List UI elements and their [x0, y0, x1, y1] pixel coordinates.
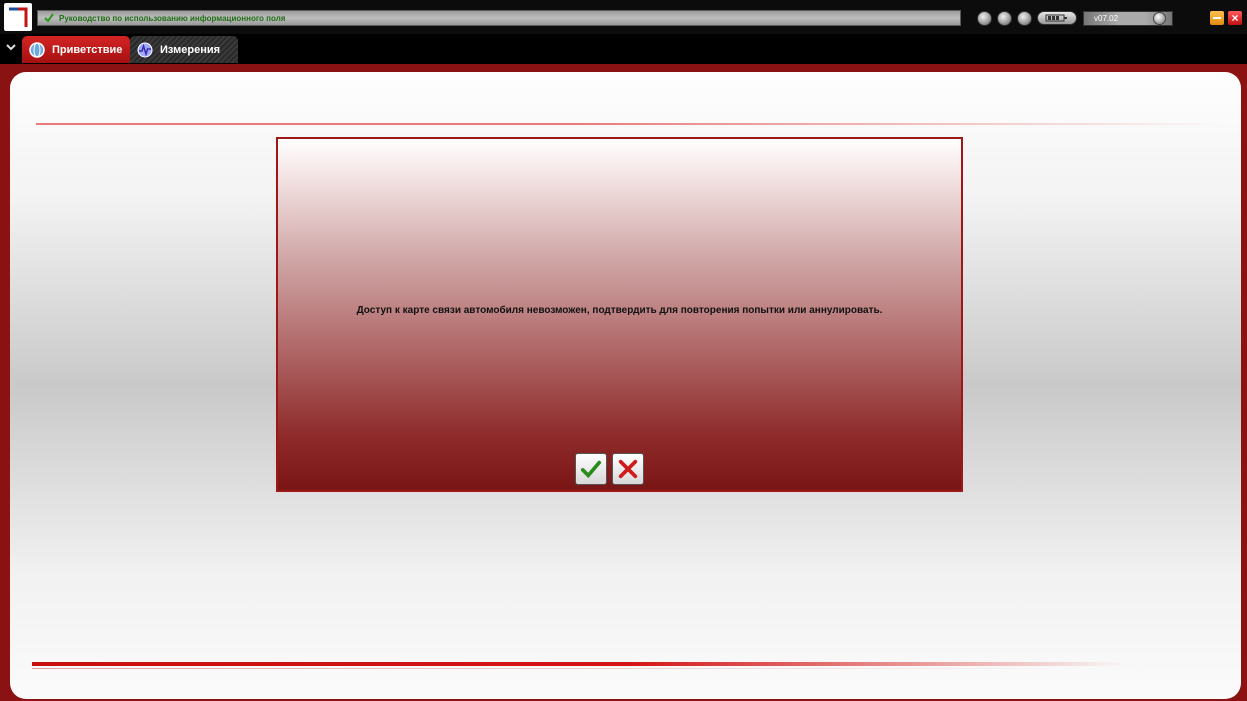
- tab-label: Измерения: [160, 43, 221, 56]
- check-icon: [580, 460, 602, 479]
- waveform-icon: [137, 42, 153, 57]
- divider-bottom: [32, 662, 1222, 666]
- check-icon: [44, 13, 54, 23]
- battery-icon: [1037, 11, 1077, 25]
- tab-welcome[interactable]: Приветствие: [22, 36, 130, 63]
- tab-label: Приветствие: [52, 43, 123, 56]
- divider-bottom-thin: [32, 668, 1082, 669]
- minimize-button[interactable]: [1210, 11, 1224, 25]
- divider-top: [36, 123, 1226, 125]
- title-bar: Руководство по использованию информацион…: [0, 0, 1247, 34]
- tab-bar: Приветствие Измерения: [0, 34, 1247, 64]
- confirm-button[interactable]: [575, 453, 607, 485]
- version-indicator: v07.02: [1083, 10, 1173, 26]
- close-icon: [618, 459, 638, 479]
- version-label: v07.02: [1094, 13, 1119, 23]
- top-toolbar: v07.02: [977, 9, 1173, 27]
- dialog-message: Доступ к карте связи автомобиля невозмож…: [356, 305, 883, 316]
- cancel-button[interactable]: [612, 453, 644, 485]
- close-button[interactable]: ×: [1228, 11, 1242, 25]
- help-icon[interactable]: [1017, 10, 1032, 26]
- power-icon[interactable]: [1153, 11, 1166, 25]
- tab-measurements[interactable]: Измерения: [130, 36, 238, 63]
- chevron-down-icon[interactable]: [6, 42, 16, 52]
- globe-icon: [29, 41, 45, 58]
- status-text: Руководство по использованию информацион…: [59, 13, 286, 23]
- app-logo: [4, 3, 32, 31]
- confirm-dialog: Доступ к карте связи автомобиля невозмож…: [276, 137, 963, 492]
- settings-icon[interactable]: [977, 10, 992, 26]
- home-icon[interactable]: [997, 10, 1012, 26]
- status-bar: Руководство по использованию информацион…: [37, 10, 961, 26]
